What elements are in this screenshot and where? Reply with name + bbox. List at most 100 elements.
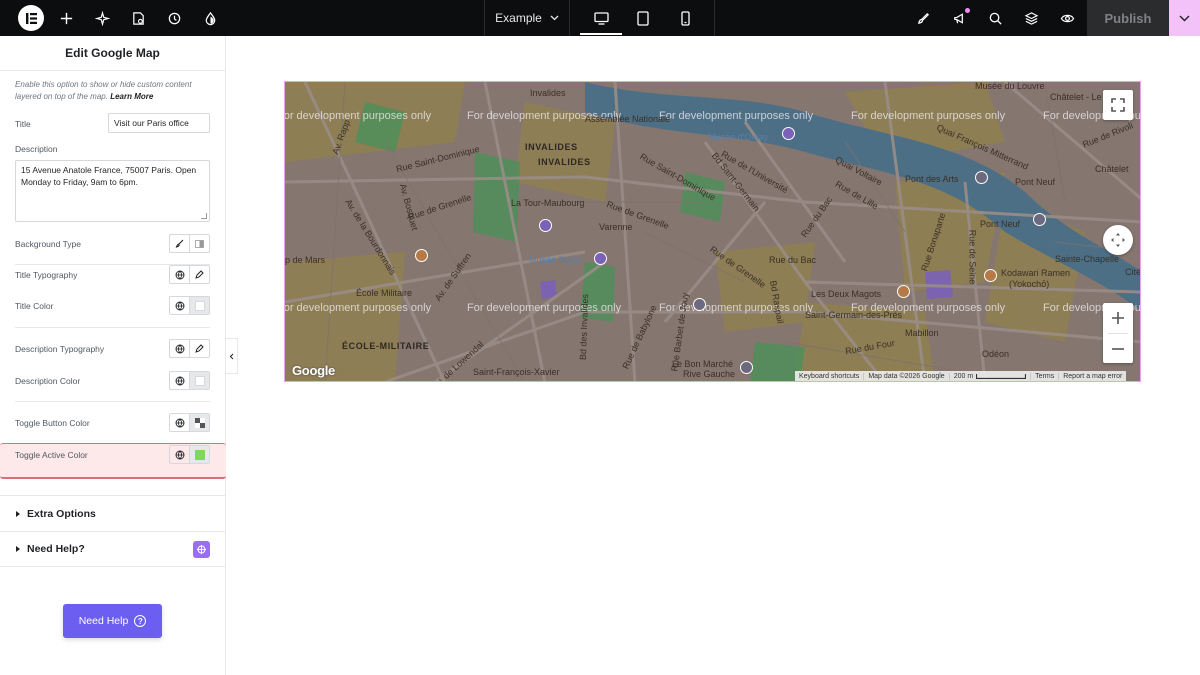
top-bar-divider bbox=[714, 0, 715, 36]
title-input[interactable]: Visit our Paris office bbox=[108, 113, 210, 133]
toggle-active-color-control bbox=[169, 445, 210, 464]
google-map-widget[interactable]: For development purposes only For develo… bbox=[284, 81, 1141, 382]
site-settings-icon[interactable] bbox=[120, 0, 156, 36]
ai-sparkle-icon[interactable] bbox=[84, 0, 120, 36]
resize-handle-icon[interactable] bbox=[201, 213, 207, 219]
globe-icon[interactable] bbox=[170, 372, 189, 389]
tablet-view-icon[interactable] bbox=[622, 0, 664, 36]
publish-options-button[interactable] bbox=[1169, 0, 1200, 36]
help-note-text: Enable this option to show or hide custo… bbox=[15, 80, 192, 101]
document-selector[interactable]: Example bbox=[484, 0, 570, 36]
restaurant-pin-icon[interactable] bbox=[415, 249, 428, 262]
globe-icon[interactable] bbox=[170, 297, 189, 314]
title-color-label: Title Color bbox=[15, 301, 54, 311]
description-color-swatch[interactable] bbox=[189, 372, 209, 389]
map-label: Invalides bbox=[530, 88, 566, 98]
title-color-swatch[interactable] bbox=[189, 297, 209, 314]
paint-brush-icon[interactable] bbox=[905, 0, 941, 36]
museum-pin-icon[interactable] bbox=[594, 252, 607, 265]
need-help-label: Need Help? bbox=[27, 543, 85, 555]
globe-icon[interactable] bbox=[170, 340, 189, 357]
shopping-pin-icon[interactable] bbox=[740, 361, 753, 374]
desktop-view-icon[interactable] bbox=[580, 0, 622, 36]
divider bbox=[15, 327, 210, 328]
report-map-error-link[interactable]: Report a map error bbox=[1058, 373, 1126, 380]
globe-icon[interactable] bbox=[170, 414, 189, 431]
panel-title: Edit Google Map bbox=[0, 36, 225, 71]
top-bar-right bbox=[905, 0, 1085, 36]
map-label: Châtelet bbox=[1095, 164, 1129, 174]
landmark-pin-icon[interactable] bbox=[975, 171, 988, 184]
description-textarea[interactable]: 15 Avenue Anatole France, 75007 Paris. O… bbox=[15, 160, 210, 222]
scale-indicator[interactable]: 200 m bbox=[948, 373, 1030, 380]
need-help-button[interactable]: Need Help ? bbox=[63, 604, 162, 638]
museum-pin-icon[interactable] bbox=[782, 127, 795, 140]
extra-options-section[interactable]: Extra Options bbox=[0, 495, 226, 531]
toggle-button-color-swatch[interactable] bbox=[189, 414, 209, 431]
map-label: INVALIDES bbox=[538, 157, 591, 167]
question-circle-icon: ? bbox=[134, 615, 147, 627]
theme-style-icon[interactable] bbox=[192, 0, 228, 36]
elementor-logo-icon[interactable] bbox=[18, 5, 44, 31]
map-label: Cité bbox=[1125, 267, 1141, 277]
history-icon[interactable] bbox=[156, 0, 192, 36]
title-label: Title bbox=[15, 119, 31, 129]
map-label: Kodawari Ramen bbox=[1001, 268, 1071, 278]
notification-dot bbox=[965, 8, 970, 13]
title-color-control bbox=[169, 296, 210, 315]
top-bar-left bbox=[0, 0, 228, 36]
classic-brush-icon[interactable] bbox=[170, 235, 189, 252]
search-icon[interactable] bbox=[977, 0, 1013, 36]
toggle-active-color-swatch[interactable] bbox=[189, 446, 209, 463]
zoom-out-button[interactable] bbox=[1103, 334, 1133, 364]
restaurant-pin-icon[interactable] bbox=[897, 285, 910, 298]
edit-pencil-icon[interactable] bbox=[189, 340, 209, 357]
map-label: Les Deux Magots bbox=[811, 289, 882, 299]
edit-pencil-icon[interactable] bbox=[189, 266, 209, 283]
ai-assistant-icon[interactable] bbox=[193, 541, 210, 558]
map-label: Pont Neuf bbox=[1015, 177, 1056, 187]
map-label: Rue de Seine bbox=[967, 229, 978, 285]
map-data-text: Map data ©2026 Google bbox=[863, 373, 948, 380]
map-label: La Tour-Maubourg bbox=[511, 198, 585, 208]
help-note: Enable this option to show or hide custo… bbox=[15, 79, 215, 102]
top-bar-center: Example bbox=[484, 0, 706, 36]
title-typography-label: Title Typography bbox=[15, 270, 78, 280]
map-watermark: For development purposes only bbox=[284, 110, 432, 122]
plus-icon bbox=[1112, 312, 1124, 324]
chevron-left-icon bbox=[229, 353, 234, 359]
publish-button[interactable]: Publish bbox=[1087, 0, 1169, 36]
pan-control-button[interactable] bbox=[1103, 225, 1133, 255]
restaurant-pin-icon[interactable] bbox=[984, 269, 997, 282]
globe-icon[interactable] bbox=[170, 446, 189, 463]
place-pin-icon[interactable] bbox=[693, 298, 706, 311]
gradient-icon[interactable] bbox=[189, 235, 209, 252]
map-label: Pont Neuf bbox=[980, 219, 1021, 229]
landmark-pin-icon[interactable] bbox=[1033, 213, 1046, 226]
description-label: Description bbox=[15, 144, 58, 154]
mobile-view-icon[interactable] bbox=[664, 0, 706, 36]
map-label: Musée Rodin bbox=[529, 255, 583, 265]
map-tiles[interactable] bbox=[285, 82, 1141, 382]
landmark-pin-icon[interactable] bbox=[539, 219, 552, 232]
globe-icon[interactable] bbox=[170, 266, 189, 283]
notifications-megaphone-icon[interactable] bbox=[941, 0, 977, 36]
google-logo[interactable]: Google bbox=[292, 363, 335, 378]
collapse-panel-toggle[interactable] bbox=[226, 338, 238, 374]
learn-more-link[interactable]: Learn More bbox=[110, 92, 153, 101]
title-typography-control bbox=[169, 265, 210, 284]
structure-layers-icon[interactable] bbox=[1013, 0, 1049, 36]
preview-eye-icon[interactable] bbox=[1049, 0, 1085, 36]
chevron-down-icon bbox=[550, 15, 559, 21]
map-label: INVALIDES bbox=[525, 142, 578, 152]
zoom-in-button[interactable] bbox=[1103, 303, 1133, 333]
fullscreen-icon bbox=[1111, 98, 1125, 112]
map-label: Musée d'Orsay bbox=[708, 132, 769, 142]
map-label: Pont des Arts bbox=[905, 174, 959, 184]
add-element-icon[interactable] bbox=[48, 0, 84, 36]
map-label: École Militaire bbox=[356, 288, 413, 298]
keyboard-shortcuts-link[interactable]: Keyboard shortcuts bbox=[795, 373, 863, 380]
description-typography-control bbox=[169, 339, 210, 358]
terms-link[interactable]: Terms bbox=[1030, 373, 1058, 380]
fullscreen-button[interactable] bbox=[1103, 90, 1133, 120]
